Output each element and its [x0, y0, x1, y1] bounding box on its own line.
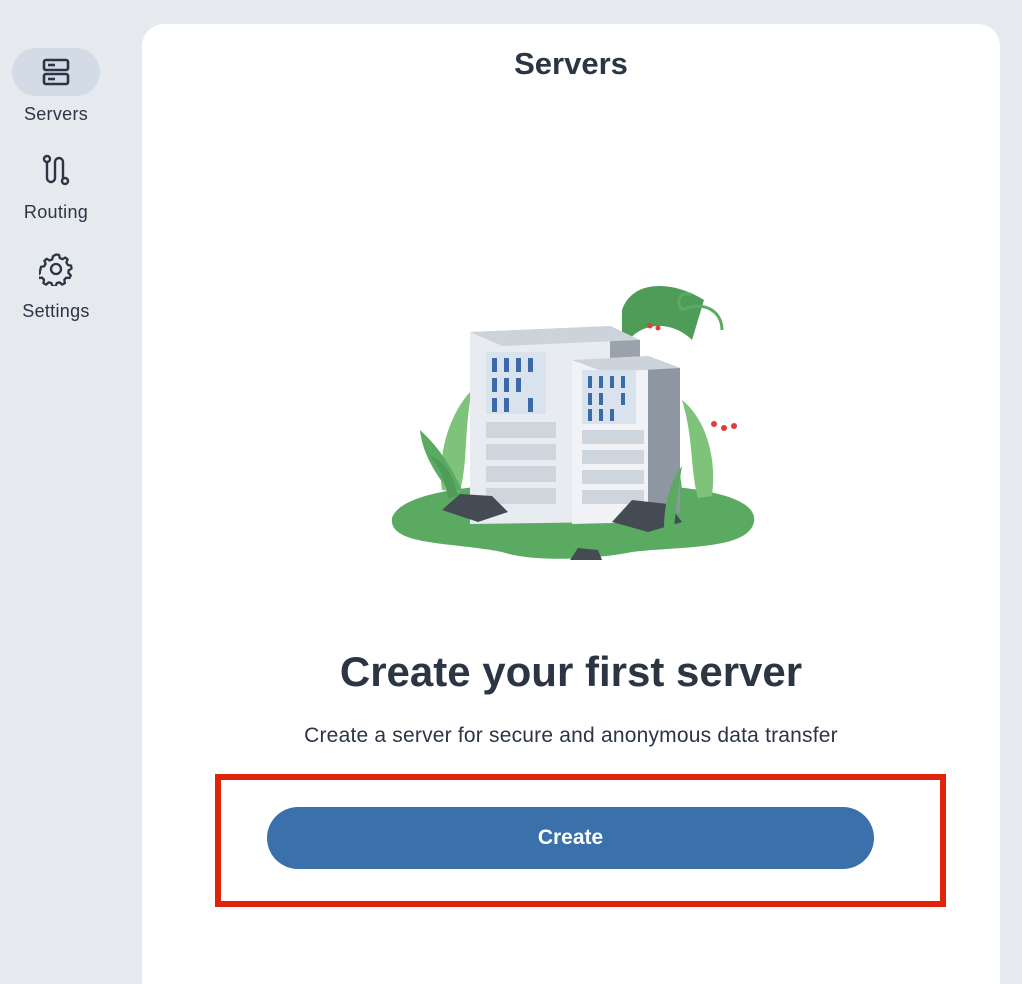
page-title: Servers — [514, 46, 628, 81]
empty-state-title: Create your first server — [339, 648, 803, 695]
routing-icon — [42, 154, 70, 186]
servers-illustration — [391, 286, 755, 560]
sidebar-item-servers[interactable]: Servers — [0, 48, 112, 125]
sidebar-item-settings[interactable]: Settings — [0, 245, 112, 322]
empty-state-subtitle: Create a server for secure and anonymous… — [304, 724, 838, 747]
app-window: Servers Routing Settings Servers Create … — [0, 0, 1022, 984]
sidebar-item-label: Routing — [23, 202, 89, 222]
sidebar-item-label: Settings — [22, 301, 90, 321]
sidebar-item-label: Servers — [23, 104, 89, 124]
sidebar: Servers Routing Settings — [0, 0, 112, 984]
sidebar-item-routing[interactable]: Routing — [0, 146, 112, 223]
server-icon — [42, 58, 70, 86]
gear-icon — [39, 253, 73, 286]
create-server-button[interactable]: Create — [267, 807, 874, 869]
active-indicator — [12, 48, 100, 96]
